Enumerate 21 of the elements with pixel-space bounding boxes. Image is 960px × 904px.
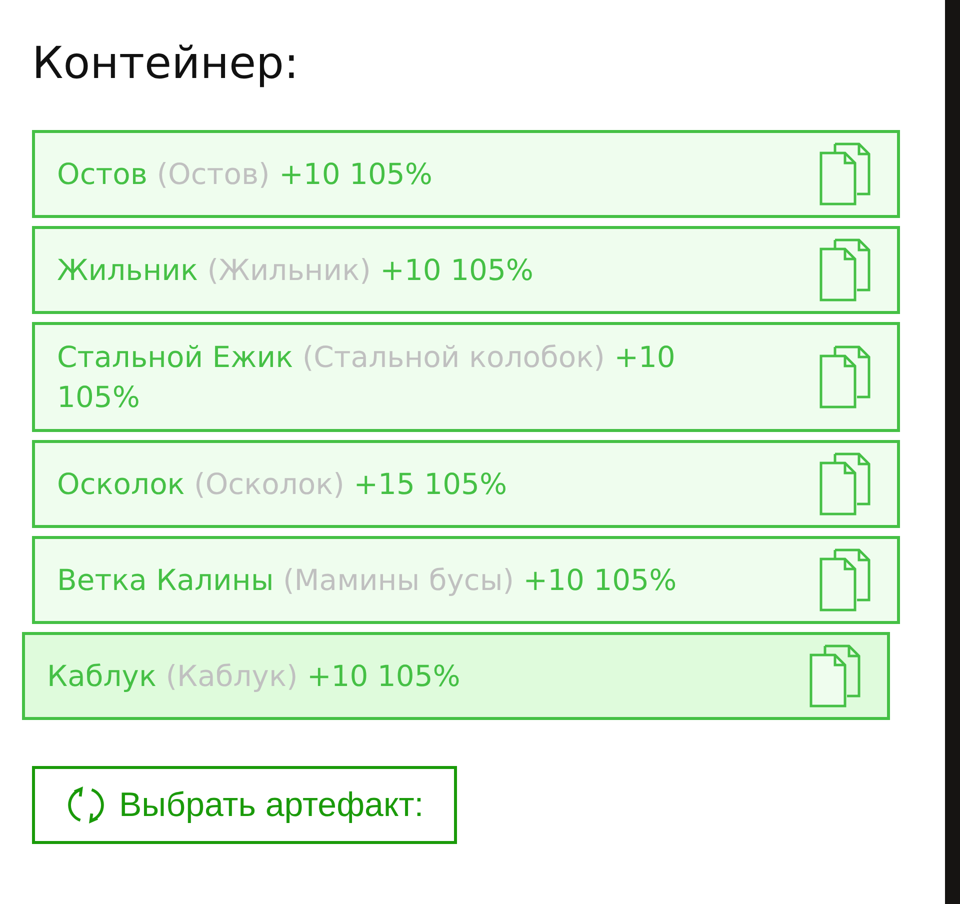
artifact-item[interactable]: Каблук (Каблук) +10 105% <box>22 632 890 720</box>
artifact-label: Жильник (Жильник) +10 105% <box>57 252 534 289</box>
artifact-label: Остов (Остов) +10 105% <box>57 156 432 193</box>
section-title: Контейнер: <box>32 38 300 91</box>
artifact-item[interactable]: Остов (Остов) +10 105% <box>32 130 900 218</box>
artifact-item[interactable]: Осколок (Осколок) +15 105% <box>32 440 900 528</box>
artifact-label: Каблук (Каблук) +10 105% <box>47 658 460 695</box>
refresh-icon <box>65 784 107 826</box>
copy-icon[interactable] <box>819 238 873 302</box>
artifact-item[interactable]: Ветка Калины (Мамины бусы) +10 105% <box>32 536 900 624</box>
artifact-label: Ветка Калины (Мамины бусы) +10 105% <box>57 562 677 599</box>
copy-icon[interactable] <box>819 548 873 612</box>
artifact-item[interactable]: Жильник (Жильник) +10 105% <box>32 226 900 314</box>
artifact-label: Осколок (Осколок) +15 105% <box>57 466 508 503</box>
choose-artifact-button[interactable]: Выбрать артефакт: <box>32 766 457 844</box>
artifact-item[interactable]: Стальной Ежик (Стальной колобок) +10 105% <box>32 322 900 432</box>
copy-icon[interactable] <box>819 142 873 206</box>
copy-icon[interactable] <box>819 345 873 409</box>
copy-icon[interactable] <box>809 644 863 708</box>
copy-icon[interactable] <box>819 452 873 516</box>
artifact-label: Стальной Ежик (Стальной колобок) +10 105% <box>57 339 676 416</box>
